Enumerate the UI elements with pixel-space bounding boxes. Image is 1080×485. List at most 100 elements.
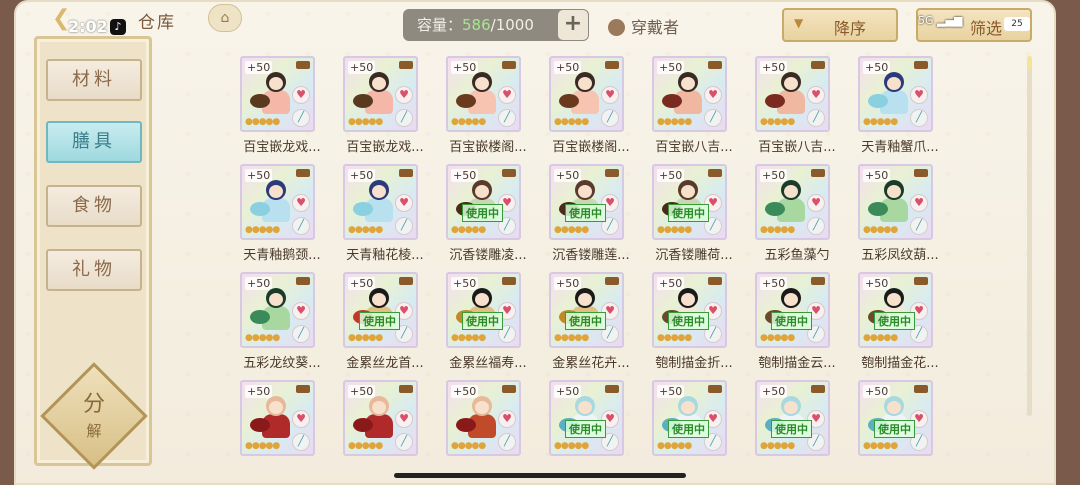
tool-icon[interactable]: ╱ xyxy=(292,217,310,235)
item-card[interactable]: +50 ♥ ╱ ●●●●● 使用中 xyxy=(446,164,521,240)
item-card[interactable]: +50 ♥ ╱ ●●●●● xyxy=(343,56,418,132)
item-cell[interactable]: +50 ♥ ╱ ●●●●● 使用中 金累丝花卉... xyxy=(541,272,641,372)
item-card[interactable]: +50 ♥ ╱ ●●●●● xyxy=(858,164,933,240)
home-indicator[interactable] xyxy=(394,473,686,478)
tool-icon[interactable]: ╱ xyxy=(292,433,310,451)
tool-icon[interactable]: ╱ xyxy=(498,433,516,451)
tableware-icon xyxy=(456,418,476,432)
heart-icon[interactable]: ♥ xyxy=(292,410,310,428)
tool-icon[interactable]: ╱ xyxy=(910,109,928,127)
heart-icon[interactable]: ♥ xyxy=(704,86,722,104)
item-cell[interactable]: +50 ♥ ╱ ●●●●● 使用中 金累丝龙首... xyxy=(335,272,435,372)
item-card[interactable]: +50 ♥ ╱ ●●●●● xyxy=(652,56,727,132)
tab-tableware[interactable]: 膳具 xyxy=(46,121,142,163)
item-card[interactable]: +50 ♥ ╱ ●●●●● 使用中 xyxy=(858,272,933,348)
item-cell[interactable]: +50 ♥ ╱ ●●●●● 使用中 xyxy=(541,380,641,480)
item-cell[interactable]: +50 ♥ ╱ ●●●●● 使用中 xyxy=(644,380,744,480)
item-card[interactable]: +50 ♥ ╱ ●●●●● xyxy=(240,56,315,132)
item-cell[interactable]: +50 ♥ ╱ ●●●●● 使用中 金累丝福寿... xyxy=(438,272,538,372)
item-cell[interactable]: +50 ♥ ╱ ●●●●● 五彩凤纹葫... xyxy=(850,164,950,264)
item-card[interactable]: +50 ♥ ╱ ●●●●● xyxy=(240,272,315,348)
wearer-toggle[interactable]: 穿戴者 xyxy=(608,14,679,38)
item-card[interactable]: +50 ♥ ╱ ●●●●● xyxy=(343,164,418,240)
item-card[interactable]: +50 ♥ ╱ ●●●●● xyxy=(343,380,418,456)
item-card[interactable]: +50 ♥ ╱ ●●●●● xyxy=(755,164,830,240)
heart-icon[interactable]: ♥ xyxy=(292,194,310,212)
tab-gifts[interactable]: 礼物 xyxy=(46,249,142,291)
item-card[interactable]: +50 ♥ ╱ ●●●●● xyxy=(858,56,933,132)
item-card[interactable]: +50 ♥ ╱ ●●●●● 使用中 xyxy=(858,380,933,456)
item-cell[interactable]: +50 ♥ ╱ ●●●●● 天青釉花棱... xyxy=(335,164,435,264)
item-card[interactable]: +50 ♥ ╱ ●●●●● xyxy=(446,56,521,132)
heart-icon[interactable]: ♥ xyxy=(292,302,310,320)
item-cell[interactable]: +50 ♥ ╱ ●●●●● 五彩鱼藻勺 xyxy=(747,164,847,264)
heart-icon[interactable]: ♥ xyxy=(910,194,928,212)
sort-button[interactable]: ▼ 降序 xyxy=(782,8,898,42)
item-card[interactable]: +50 ♥ ╱ ●●●●● 使用中 xyxy=(652,380,727,456)
tool-icon[interactable]: ╱ xyxy=(292,325,310,343)
item-cell[interactable]: +50 ♥ ╱ ●●●●● 使用中 xyxy=(747,380,847,480)
scrollbar-thumb[interactable] xyxy=(1027,56,1032,70)
tool-icon[interactable]: ╱ xyxy=(807,109,825,127)
item-card[interactable]: +50 ♥ ╱ ●●●●● xyxy=(755,56,830,132)
tool-icon[interactable]: ╱ xyxy=(395,217,413,235)
item-cell[interactable]: +50 ♥ ╱ ●●●●● 百宝嵌楼阁... xyxy=(438,56,538,156)
heart-icon[interactable]: ♥ xyxy=(601,86,619,104)
heart-icon[interactable]: ♥ xyxy=(292,86,310,104)
tableware-icon xyxy=(868,94,888,108)
item-card[interactable]: +50 ♥ ╱ ●●●●● 使用中 xyxy=(549,380,624,456)
heart-icon[interactable]: ♥ xyxy=(807,194,825,212)
item-card[interactable]: +50 ♥ ╱ ●●●●● 使用中 xyxy=(446,272,521,348)
item-cell[interactable]: +50 ♥ ╱ ●●●●● 使用中 沉香镂雕莲... xyxy=(541,164,641,264)
item-card[interactable]: +50 ♥ ╱ ●●●●● xyxy=(240,164,315,240)
tool-icon[interactable]: ╱ xyxy=(395,433,413,451)
tool-icon[interactable]: ╱ xyxy=(807,217,825,235)
expand-capacity-button[interactable]: + xyxy=(558,10,588,40)
tool-icon[interactable]: ╱ xyxy=(395,109,413,127)
heart-icon[interactable]: ♥ xyxy=(807,86,825,104)
heart-icon[interactable]: ♥ xyxy=(910,86,928,104)
item-card[interactable]: +50 ♥ ╱ ●●●●● 使用中 xyxy=(755,272,830,348)
item-cell[interactable]: +50 ♥ ╱ ●●●●● xyxy=(232,380,332,480)
item-card[interactable]: +50 ♥ ╱ ●●●●● 使用中 xyxy=(549,164,624,240)
heart-icon[interactable]: ♥ xyxy=(498,410,516,428)
item-cell[interactable]: +50 ♥ ╱ ●●●●● 百宝嵌龙戏... xyxy=(232,56,332,156)
item-cell[interactable]: +50 ♥ ╱ ●●●●● 使用中 匏制描金花... xyxy=(850,272,950,372)
tool-icon[interactable]: ╱ xyxy=(910,217,928,235)
character-figure xyxy=(250,72,294,116)
item-card[interactable]: +50 ♥ ╱ ●●●●● 使用中 xyxy=(755,380,830,456)
item-cell[interactable]: +50 ♥ ╱ ●●●●● 百宝嵌楼阁... xyxy=(541,56,641,156)
item-card[interactable]: +50 ♥ ╱ ●●●●● xyxy=(240,380,315,456)
item-cell[interactable]: +50 ♥ ╱ ●●●●● 使用中 沉香镂雕荷... xyxy=(644,164,744,264)
item-cell[interactable]: +50 ♥ ╱ ●●●●● 使用中 沉香镂雕凌... xyxy=(438,164,538,264)
tab-food[interactable]: 食物 xyxy=(46,185,142,227)
heart-icon[interactable]: ♥ xyxy=(395,86,413,104)
tool-icon[interactable]: ╱ xyxy=(498,109,516,127)
tab-materials[interactable]: 材料 xyxy=(46,59,142,101)
item-cell[interactable]: +50 ♥ ╱ ●●●●● 使用中 xyxy=(850,380,950,480)
item-card[interactable]: +50 ♥ ╱ ●●●●● xyxy=(549,56,624,132)
item-card[interactable]: +50 ♥ ╱ ●●●●● 使用中 xyxy=(343,272,418,348)
heart-icon[interactable]: ♥ xyxy=(498,86,516,104)
item-card[interactable]: +50 ♥ ╱ ●●●●● 使用中 xyxy=(652,164,727,240)
heart-icon[interactable]: ♥ xyxy=(395,410,413,428)
item-cell[interactable]: +50 ♥ ╱ ●●●●● xyxy=(438,380,538,480)
item-card[interactable]: +50 ♥ ╱ ●●●●● xyxy=(446,380,521,456)
tool-icon[interactable]: ╱ xyxy=(704,109,722,127)
item-cell[interactable]: +50 ♥ ╱ ●●●●● 百宝嵌龙戏... xyxy=(335,56,435,156)
item-cell[interactable]: +50 ♥ ╱ ●●●●● 使用中 匏制描金云... xyxy=(747,272,847,372)
item-cell[interactable]: +50 ♥ ╱ ●●●●● xyxy=(335,380,435,480)
item-card[interactable]: +50 ♥ ╱ ●●●●● 使用中 xyxy=(549,272,624,348)
item-cell[interactable]: +50 ♥ ╱ ●●●●● 天青釉蟹爪... xyxy=(850,56,950,156)
item-cell[interactable]: +50 ♥ ╱ ●●●●● 使用中 匏制描金折... xyxy=(644,272,744,372)
item-cell[interactable]: +50 ♥ ╱ ●●●●● 天青釉鹅颈... xyxy=(232,164,332,264)
item-card[interactable]: +50 ♥ ╱ ●●●●● 使用中 xyxy=(652,272,727,348)
heart-icon[interactable]: ♥ xyxy=(395,194,413,212)
house-icon[interactable]: ⌂ xyxy=(208,4,242,32)
tool-icon[interactable]: ╱ xyxy=(601,109,619,127)
tool-icon[interactable]: ╱ xyxy=(292,109,310,127)
item-cell[interactable]: +50 ♥ ╱ ●●●●● 百宝嵌八吉... xyxy=(644,56,744,156)
scrollbar[interactable] xyxy=(1027,56,1032,416)
item-cell[interactable]: +50 ♥ ╱ ●●●●● 五彩龙纹葵... xyxy=(232,272,332,372)
item-cell[interactable]: +50 ♥ ╱ ●●●●● 百宝嵌八吉... xyxy=(747,56,847,156)
